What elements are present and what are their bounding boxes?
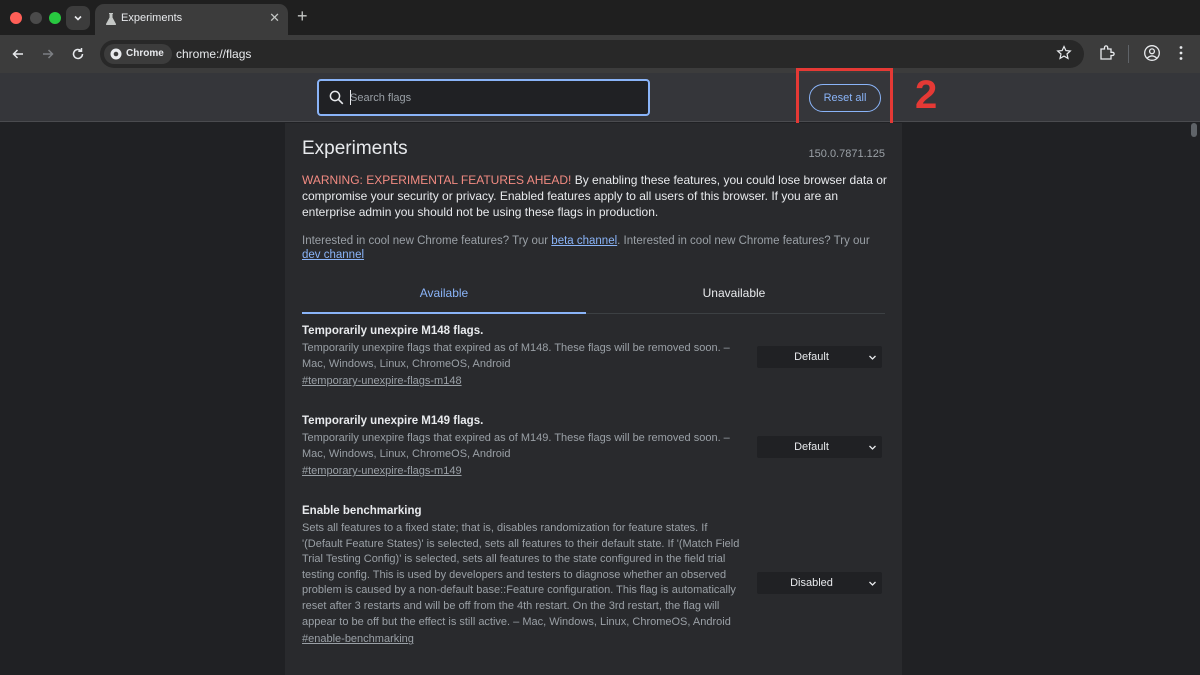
flag-name: Temporarily unexpire M148 flags. <box>302 325 484 337</box>
tab-unavailable[interactable]: Unavailable <box>592 281 876 314</box>
bookmark-star-icon[interactable] <box>1056 45 1072 61</box>
flag-state-select[interactable]: Default <box>757 436 882 458</box>
flag-state-select[interactable]: Disabled <box>757 572 882 594</box>
toolbar-separator <box>1128 45 1129 63</box>
flag-description: Temporarily unexpire flags that expired … <box>302 432 730 460</box>
flag-permalink[interactable]: #temporary-unexpire-flags-m149 <box>302 464 887 479</box>
chrome-logo-icon <box>110 48 122 60</box>
tab-available[interactable]: Available <box>302 281 586 314</box>
tab-strip: Experiments ✕ + <box>0 0 1200 35</box>
annotation-highlight-box <box>796 68 893 129</box>
flag-state-select[interactable]: Default <box>757 346 882 368</box>
chevron-down-icon <box>74 15 82 21</box>
search-box[interactable] <box>317 79 650 116</box>
close-window-button[interactable] <box>10 12 22 24</box>
arrow-right-icon <box>43 49 54 59</box>
flag-name: Temporarily unexpire M149 flags. <box>302 415 484 427</box>
flag-item: Enable benchmarking Sets all features to… <box>302 504 887 647</box>
promo-text-1: Interested in cool new Chrome features? … <box>302 235 552 247</box>
flags-content: Experiments 150.0.7871.125 WARNING: EXPE… <box>285 123 902 675</box>
reload-icon <box>72 48 84 60</box>
arrow-left-icon <box>12 49 23 59</box>
site-info-chip[interactable]: Chrome <box>104 44 172 64</box>
promo-text-2: . Interested in cool new Chrome features… <box>617 235 870 247</box>
flag-item: Temporarily unexpire M149 flags. Tempora… <box>302 414 887 479</box>
flask-icon <box>105 13 117 25</box>
flags-tabs: Available Unavailable <box>302 281 885 314</box>
extensions-icon[interactable] <box>1098 44 1116 62</box>
version-number: 150.0.7871.125 <box>808 148 885 160</box>
search-icon <box>329 90 344 105</box>
profile-icon[interactable] <box>1143 44 1161 62</box>
scrollbar[interactable] <box>1188 123 1200 675</box>
reload-button[interactable] <box>68 44 88 64</box>
flag-name: Enable benchmarking <box>302 505 422 517</box>
maximize-window-button[interactable] <box>49 12 61 24</box>
tab-close-icon[interactable]: ✕ <box>269 10 280 26</box>
search-input[interactable] <box>350 88 630 108</box>
beta-channel-link[interactable]: beta channel <box>551 235 617 247</box>
warning-text: WARNING: EXPERIMENTAL FEATURES AHEAD! By… <box>302 172 887 220</box>
flags-header: Reset all 2 <box>0 68 1200 129</box>
flag-description: Sets all features to a fixed state; that… <box>302 522 740 628</box>
tab-title: Experiments <box>121 12 183 24</box>
dev-channel-link[interactable]: dev channel <box>302 249 364 261</box>
browser-toolbar: Chrome chrome://flags <box>0 35 1200 73</box>
tab-experiments[interactable]: Experiments ✕ <box>95 4 288 35</box>
back-button[interactable] <box>8 44 28 64</box>
warning-prefix: WARNING: EXPERIMENTAL FEATURES AHEAD! <box>302 173 572 187</box>
flag-permalink[interactable]: #temporary-unexpire-flags-m148 <box>302 374 887 389</box>
page-title: Experiments <box>302 138 408 159</box>
tab-search-button[interactable] <box>66 6 90 30</box>
channel-promo-text: Interested in cool new Chrome features? … <box>302 234 887 262</box>
url-text[interactable]: chrome://flags <box>176 47 251 61</box>
scrollbar-thumb[interactable] <box>1191 123 1197 137</box>
address-bar[interactable]: Chrome chrome://flags <box>100 40 1084 68</box>
flag-description: Temporarily unexpire flags that expired … <box>302 342 730 370</box>
more-menu-icon[interactable] <box>1174 44 1188 62</box>
minimize-window-button[interactable] <box>30 12 42 24</box>
site-info-label: Chrome <box>126 48 164 59</box>
forward-button[interactable] <box>38 44 58 64</box>
text-cursor <box>350 90 351 105</box>
new-tab-button[interactable]: + <box>297 7 308 25</box>
annotation-step-number: 2 <box>915 73 938 117</box>
flag-permalink[interactable]: #enable-benchmarking <box>302 632 887 647</box>
flag-item: Temporarily unexpire M148 flags. Tempora… <box>302 324 887 389</box>
